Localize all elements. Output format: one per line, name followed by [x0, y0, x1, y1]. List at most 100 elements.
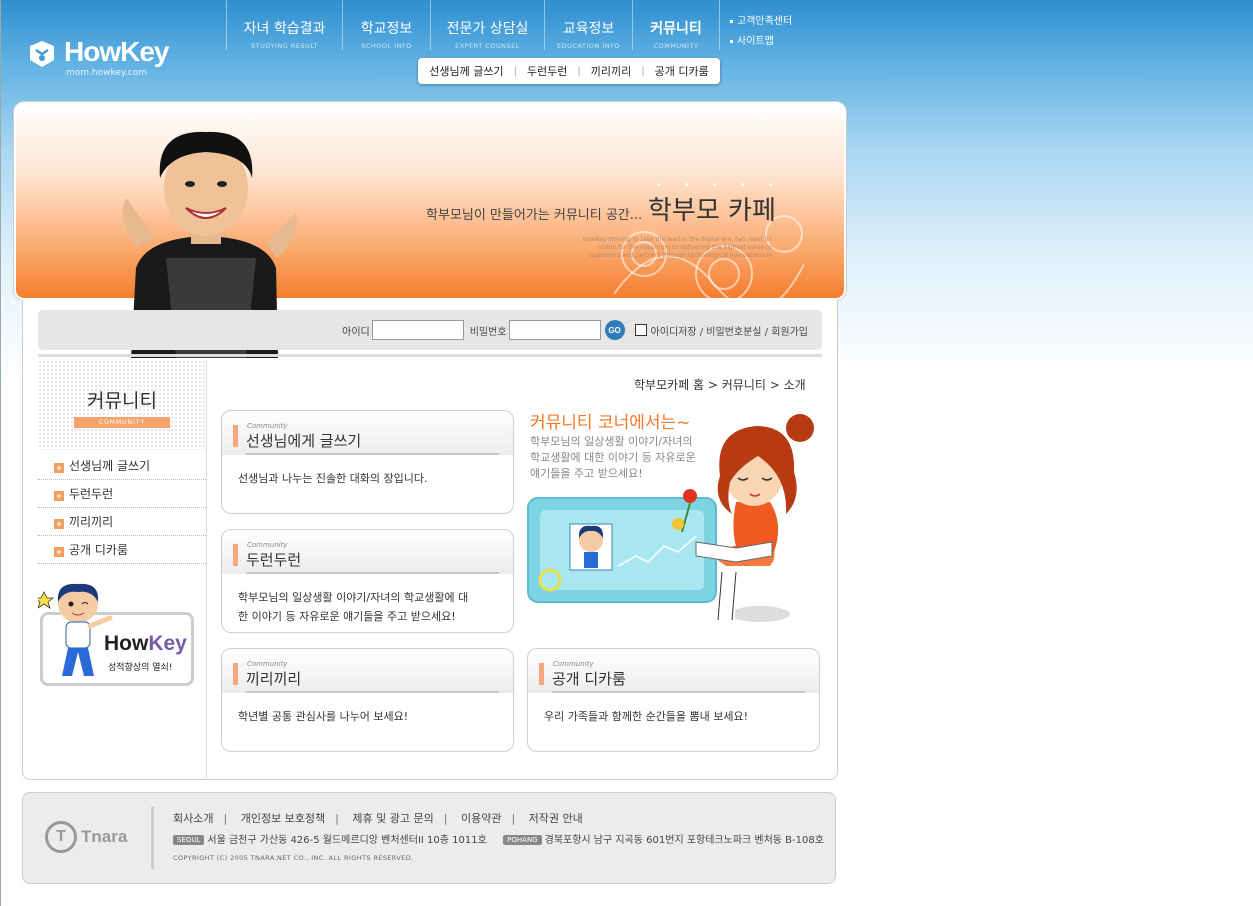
divider	[38, 354, 822, 357]
login-bar: 아이디 비밀번호 GO 아이디저장 / 비밀번호분실 / 회원가입	[38, 310, 822, 350]
plus-icon: +	[54, 463, 64, 473]
password-input[interactable]	[508, 320, 601, 340]
card-title: 끼리끼리	[246, 670, 302, 688]
sitemap-link[interactable]: 사이트맵	[730, 32, 792, 47]
sidebar-divider	[206, 360, 207, 778]
subnav-photo-room[interactable]: 공개 디카룸	[655, 63, 709, 79]
howkey-logo[interactable]: HowKey mom.howkey.com	[26, 36, 176, 84]
sidebar-item-write-teacher[interactable]: + 선생님께 글쓰기	[38, 452, 206, 480]
login-links[interactable]: 아이디저장 / 비밀번호분실 / 회원가입	[651, 323, 808, 338]
card-small-label: Community	[247, 541, 288, 549]
breadcrumb: 학부모카페 홈 > 커뮤니티 > 소개	[634, 378, 806, 392]
sidebar-item-photo-room[interactable]: + 공개 디카룸	[38, 536, 206, 564]
gnb-label: 자녀 학습결과	[243, 21, 326, 37]
sidebar-item-label: 선생님께 글쓰기	[69, 459, 151, 473]
sidebar-item-label: 두런두런	[69, 487, 114, 501]
global-nav: 자녀 학습결과 STUDYING RESULT 학교정보 SCHOOL INFO…	[226, 0, 720, 50]
card-accent-bar	[233, 425, 238, 447]
card-kkirikkiri[interactable]: Community 끼리끼리 학년별 공통 관심사를 나누어 보세요!	[221, 648, 514, 752]
sidebar-item-label: 끼리끼리	[69, 515, 114, 529]
gnb-item-expert-counsel[interactable]: 전문가 상담실 EXPERT COUNSEL	[430, 0, 544, 50]
ad-brand: HowKey	[104, 632, 187, 656]
card-underline	[246, 572, 499, 574]
banner-english-text: HowKey striving to take the lead in the …	[582, 236, 772, 259]
footer-separator: |	[443, 812, 448, 825]
card-desc: 학년별 공통 관심사를 나누어 보세요!	[238, 710, 409, 723]
customer-center-link[interactable]: 고객만족센터	[730, 12, 792, 27]
footer-separator: |	[223, 812, 228, 825]
gnb-sublabel: EDUCATION INFO	[557, 42, 620, 50]
card-underline	[246, 453, 499, 455]
tnara-logo: T Tnara	[45, 819, 127, 855]
gnb-label: 학교정보	[360, 21, 413, 37]
gnb-sublabel: COMMUNITY	[653, 42, 699, 50]
footer-link-terms[interactable]: 이용약관	[461, 812, 501, 825]
id-input[interactable]	[371, 320, 464, 340]
banner-tagline: 학부모님이 만들어가는 커뮤니티 공간...	[426, 208, 643, 223]
card-desc: 우리 가족들과 함께한 순간들을 뽐내 보세요!	[544, 710, 749, 723]
logo-url: mom.howkey.com	[66, 68, 148, 78]
community-subnav: 선생님께 글쓰기 | 두런두런 | 끼리끼리 | 공개 디카룸	[418, 58, 720, 84]
subnav-separator: |	[641, 65, 645, 77]
logo-text: HowKey	[64, 36, 169, 67]
window-edge	[0, 0, 1, 906]
card-small-label: Community	[247, 660, 288, 668]
gnb-label: 교육정보	[562, 21, 615, 37]
gnb-item-education-info[interactable]: 교육정보 EDUCATION INFO	[544, 0, 632, 50]
sidebar-item-label: 공개 디카룸	[69, 543, 129, 557]
tnara-logo-text: Tnara	[81, 827, 128, 846]
gnb-label: 전문가 상담실	[446, 21, 529, 37]
subnav-kkirikkiri[interactable]: 끼리끼리	[591, 63, 631, 79]
card-desc: 선생님과 나누는 진솔한 대화의 장입니다.	[238, 472, 428, 485]
footer-separator: |	[335, 812, 339, 825]
go-button[interactable]: GO	[604, 320, 625, 340]
gnb-item-community[interactable]: 커뮤니티 COMMUNITY	[632, 0, 720, 50]
footer-divider	[151, 807, 154, 869]
password-label: 비밀번호	[469, 326, 507, 338]
sidebar-item-kkirikkiri[interactable]: + 끼리끼리	[38, 508, 206, 536]
plus-icon: +	[54, 491, 64, 501]
seoul-tag: SEOUL	[173, 835, 205, 845]
card-accent-bar	[233, 544, 238, 566]
footer-link-partnership[interactable]: 제휴 및 광고 문의	[352, 812, 433, 825]
save-id-checkbox[interactable]	[634, 324, 647, 336]
sidebar-title-box: 커뮤니티 COMMUNITY	[38, 360, 206, 450]
footer-links: 회사소개 | 개인정보 보호정책 | 제휴 및 광고 문의 | 이용약관 | 저작권 안…	[173, 810, 583, 826]
ad-caption: 성적향상의 열쇠!	[108, 663, 173, 673]
card-write-teacher[interactable]: Community 선생님에게 글쓰기 선생님과 나누는 진솔한 대화의 장입니…	[221, 410, 514, 514]
pohang-address: 경북포항시 남구 지곡동 601번지 포항테크노파크 벤처동 B-108호	[544, 835, 824, 846]
utility-links: 고객만족센터 사이트맵	[730, 12, 792, 52]
card-title: 선생님에게 글쓰기	[246, 432, 362, 450]
gnb-label: 커뮤니티	[650, 21, 702, 37]
footer: T Tnara 회사소개 | 개인정보 보호정책 | 제휴 및 광고 문의 | 이용약…	[22, 792, 836, 884]
footer-link-company[interactable]: 회사소개	[173, 812, 213, 825]
plus-icon: +	[54, 519, 64, 529]
footer-link-privacy[interactable]: 개인정보 보호정책	[241, 812, 325, 825]
gnb-sublabel: SCHOOL INFO	[361, 42, 412, 50]
intro-text: 학부모님의 일상생활 이야기/자녀의 학교생활에 대한 이야기 등 자유로운 얘…	[530, 435, 696, 480]
card-accent-bar	[233, 663, 238, 685]
subnav-write-teacher[interactable]: 선생님께 글쓰기	[429, 63, 503, 79]
card-accent-bar	[539, 663, 544, 685]
gnb-sublabel: STUDYING RESULT	[250, 42, 319, 50]
gnb-item-study-result[interactable]: 자녀 학습결과 STUDYING RESULT	[226, 0, 342, 50]
sidebar-title-en: COMMUNITY	[74, 417, 170, 428]
card-underline	[246, 691, 499, 693]
card-underline	[552, 691, 805, 693]
card-durundurun[interactable]: Community 두런두런 학부모님의 일상생활 이야기/자녀의 학교생활에 …	[221, 529, 514, 633]
card-photo-room[interactable]: Community 공개 디카룸 우리 가족들과 함께한 순간들을 뽐내 보세요…	[527, 648, 820, 752]
card-desc: 학부모님의 일상생활 이야기/자녀의 학교생활에 대한 이야기 등 자유로운 얘…	[238, 591, 469, 623]
boy-mascot-icon	[38, 583, 113, 676]
card-title: 공개 디카룸	[552, 670, 626, 688]
subnav-durundurun[interactable]: 두런두런	[527, 63, 567, 79]
footer-link-copyright[interactable]: 저작권 안내	[529, 812, 583, 825]
gnb-item-school-info[interactable]: 학교정보 SCHOOL INFO	[342, 0, 430, 50]
banner-title: 학부모 카페	[648, 196, 776, 226]
seoul-address: 서울 금천구 가산동 426-5 월드메르디앙 벤처센터II 10층 1011호	[207, 835, 487, 846]
sidebar-item-durundurun[interactable]: + 두런두런	[38, 480, 206, 508]
pohang-tag: POHANG	[503, 835, 542, 845]
id-label: 아이디	[342, 326, 370, 338]
howkey-side-ad[interactable]: HowKey 성적향상의 열쇠!	[38, 580, 198, 688]
footer-addresses: SEOUL 서울 금천구 가산동 426-5 월드메르디앙 벤처센터II 10층 …	[173, 831, 824, 846]
sidebar-title: 커뮤니티	[87, 390, 157, 412]
